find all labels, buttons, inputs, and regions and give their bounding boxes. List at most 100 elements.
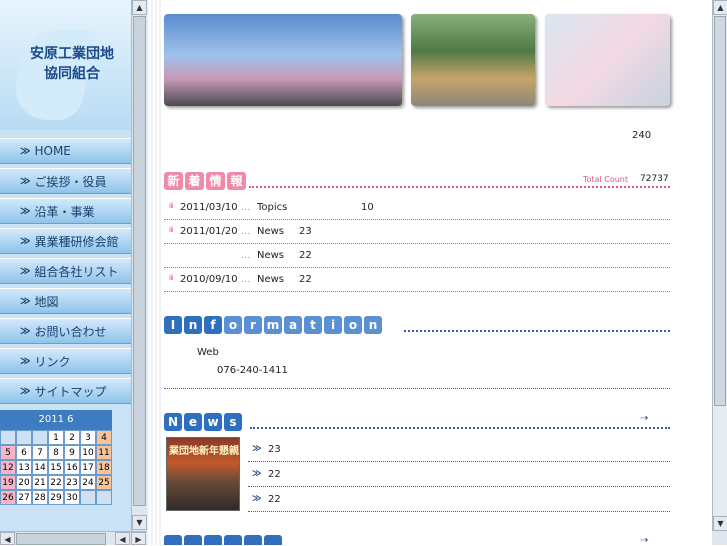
news-category[interactable]: Topics [257,202,287,213]
left-vertical-scrollbar[interactable]: ▲ ▼ [131,0,147,531]
news-category[interactable]: News [257,274,284,285]
castle-photo [164,14,402,106]
nav-item-map[interactable]: ≫ 地図 [0,288,131,314]
calendar-day[interactable]: 16 [64,460,80,475]
news-title[interactable]: 22 [299,250,312,261]
calendar-day[interactable]: 13 [16,460,32,475]
left-horizontal-scrollbar[interactable]: ◀ ◀ ▶ [0,531,147,545]
scroll-up-icon[interactable]: ▲ [713,0,727,15]
calendar-day[interactable]: 28 [32,490,48,505]
news-list-item[interactable]: ⅲ 2011/03/10 ... Topics 10 [164,196,670,220]
nav-item-links[interactable]: ≫ リンク [0,348,131,374]
news-list-item[interactable]: ... News 22 [164,244,670,268]
title-char-box: s [224,413,242,431]
news-category[interactable]: News [257,250,284,261]
calendar-day[interactable]: 1 [48,430,64,445]
calendar-day[interactable]: 2 [64,430,80,445]
nav-item-member-list[interactable]: ≫ 組合各社リスト [0,258,131,284]
news-thumbnail[interactable]: 業団地新年懇親 [166,437,240,511]
calendar-day[interactable]: 4 [96,430,112,445]
calendar-day[interactable]: 8 [48,445,64,460]
calendar-day[interactable]: 7 [32,445,48,460]
calendar-day[interactable]: 30 [64,490,80,505]
calendar-day[interactable]: 10 [80,445,96,460]
scrollbar-thumb[interactable] [714,16,726,406]
calendar-day[interactable]: 5 [0,445,16,460]
news-thumbnail-caption: 業団地新年懇親 [169,446,239,457]
separator-dots: ... [241,250,251,261]
info-phone-number: 076-240-1411 [217,365,288,376]
news-list-item[interactable]: ⅲ 2010/09/10 ... News 22 [164,268,670,292]
news-item[interactable]: ≫ 22 [248,488,670,512]
visitor-counter: 240 [632,130,652,141]
calendar-day[interactable]: 9 [64,445,80,460]
news-title[interactable]: 10 [361,202,374,213]
title-char-box: I [164,316,182,334]
calendar-day[interactable]: 24 [80,475,96,490]
title-char-box: 新 [164,172,183,190]
news-list-item[interactable]: ⅲ 2011/01/20 ... News 23 [164,220,670,244]
calendar-day [96,490,112,505]
scroll-down-icon[interactable]: ▼ [132,515,147,530]
news-item[interactable]: ≫ 22 [248,463,670,487]
news-item-title[interactable]: 23 [268,444,281,455]
nav-item-history[interactable]: ≫ 沿革・事業 [0,198,131,224]
calendar-day[interactable]: 29 [48,490,64,505]
scroll-left-icon[interactable]: ◀ [0,532,15,545]
calendar-day[interactable]: 25 [96,475,112,490]
news-title[interactable]: 22 [299,274,312,285]
calendar-day[interactable]: 26 [0,490,16,505]
calendar-day[interactable]: 23 [64,475,80,490]
nav-item-home[interactable]: ≫ HOME [0,138,131,164]
news-item[interactable]: ≫ 23 [248,438,670,462]
calendar-day[interactable]: 20 [16,475,32,490]
nav-label: HOME [34,144,71,158]
news-item-title[interactable]: 22 [268,494,281,505]
calendar-day[interactable]: 17 [80,460,96,475]
nav-label: 地図 [34,294,59,309]
scroll-left-icon[interactable]: ◀ [115,532,130,545]
calendar-day[interactable]: 11 [96,445,112,460]
nav-item-contact[interactable]: ≫ お問い合わせ [0,318,131,344]
scrollbar-thumb[interactable] [133,16,146,506]
title-char-box [184,535,202,545]
topics-more-icon[interactable]: ⇢ [640,535,648,545]
title-char-box [264,535,282,545]
nav-label: お問い合わせ [34,324,107,339]
news-category[interactable]: News [257,226,284,237]
bullet-icon: ⅲ [169,202,174,210]
calendar-day[interactable]: 6 [16,445,32,460]
title-char-box [204,535,222,545]
nav-item-greeting[interactable]: ≫ ご挨拶・役員 [0,168,131,194]
title-char-box: a [284,316,302,334]
calendar-day[interactable]: 22 [48,475,64,490]
nav-item-sitemap[interactable]: ≫ サイトマップ [0,378,131,404]
calendar-day[interactable]: 3 [80,430,96,445]
title-char-box: 報 [227,172,246,190]
double-chevron-icon: ≫ [20,265,31,277]
calendar-day[interactable]: 14 [32,460,48,475]
site-logo[interactable]: 安原工業団地 協同組合 [0,0,131,130]
calendar-day[interactable]: 12 [0,460,16,475]
title-char-box: n [364,316,382,334]
scrollbar-thumb[interactable] [16,533,106,545]
calendar-day[interactable]: 15 [48,460,64,475]
scroll-up-icon[interactable]: ▲ [132,0,147,15]
scroll-down-icon[interactable]: ▼ [713,516,727,531]
nav-label: サイトマップ [34,384,107,399]
nav-item-training-hall[interactable]: ≫ 異業種研修会館 [0,228,131,254]
news-more-icon[interactable]: ⇢ [640,413,648,424]
news-item-title[interactable]: 22 [268,469,281,480]
calendar-day[interactable]: 19 [0,475,16,490]
calendar-day[interactable]: 27 [16,490,32,505]
main-vertical-scrollbar[interactable]: ▲ ▼ [712,0,727,531]
scroll-right-icon[interactable]: ▶ [131,532,146,545]
calendar-day[interactable]: 18 [96,460,112,475]
site-logo-text: 安原工業団地 協同組合 [30,46,114,82]
double-chevron-icon: ≫ [252,469,262,479]
news-title[interactable]: 23 [299,226,312,237]
main-frame: 240 新着情報 Total Count 72737 ⅲ 2011/03/10 … [147,0,712,545]
double-chevron-icon: ≫ [20,145,31,157]
calendar-day[interactable]: 21 [32,475,48,490]
title-char-box: f [204,316,222,334]
